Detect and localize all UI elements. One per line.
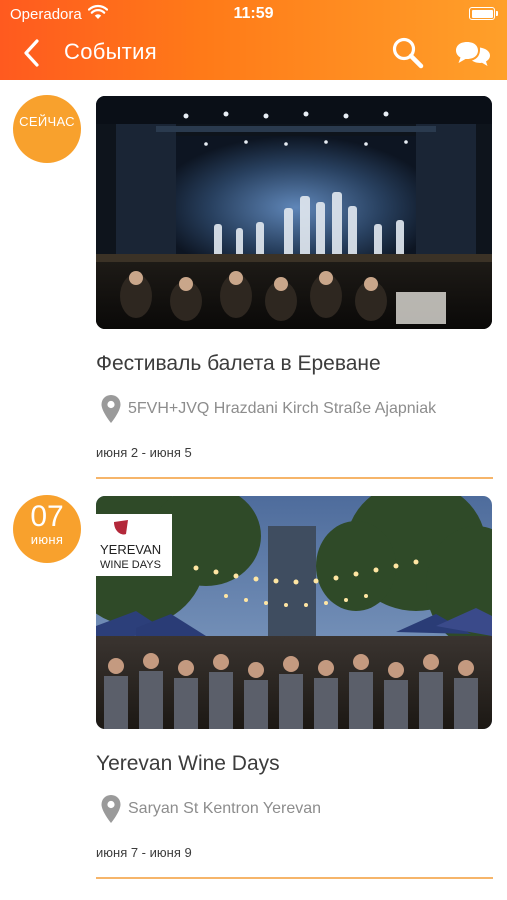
app-header: Operadora 11:59 События: [0, 0, 507, 80]
location-pin-icon: [101, 795, 121, 823]
logo-line-2: WINE DAYS: [100, 559, 161, 571]
event-location: Saryan St Kentron Yerevan: [100, 793, 500, 825]
page-title: События: [64, 39, 157, 64]
event-title[interactable]: Фестиваль балета в Ереване: [96, 352, 381, 376]
search-button[interactable]: [390, 35, 426, 71]
location-text: Saryan St Kentron Yerevan: [128, 800, 322, 817]
divider: [96, 877, 493, 879]
event-location: 5FVH+JVQ Hrazdani Kirch Straße Ajapniak: [100, 393, 500, 425]
events-feed[interactable]: СЕЙЧАС Фестиваль балета в Ереване 5FVH+J…: [0, 80, 507, 900]
wine-festival-photo: YEREVAN WINE DAYS: [96, 496, 492, 729]
chat-button[interactable]: [455, 38, 491, 68]
event-card[interactable]: СЕЙЧАС Фестиваль балета в Ереване 5FVH+J…: [0, 80, 507, 480]
ballet-stage-photo: [96, 96, 492, 329]
navigation-bar: События: [0, 30, 507, 76]
event-card[interactable]: 07 июня YEREVAN WINE DAYS Yerevan Wine D…: [0, 480, 507, 880]
event-dates: июня 2 - июня 5: [96, 445, 192, 460]
search-icon: [392, 37, 424, 69]
chat-bubbles-icon: [456, 42, 490, 66]
event-dates: июня 7 - июня 9: [96, 845, 192, 860]
back-button[interactable]: [18, 36, 48, 70]
badge-day: 07: [30, 500, 64, 533]
date-badge: 07 июня: [13, 495, 81, 563]
location-text: 5FVH+JVQ Hrazdani Kirch Straße Ajapniak: [128, 400, 437, 417]
event-title[interactable]: Yerevan Wine Days: [96, 752, 280, 776]
location-pin-icon: [101, 395, 121, 423]
event-photo[interactable]: YEREVAN WINE DAYS: [96, 496, 492, 729]
divider: [96, 477, 493, 479]
battery-icon: [469, 7, 498, 20]
date-badge: СЕЙЧАС: [13, 95, 81, 163]
event-photo[interactable]: [96, 96, 492, 329]
status-bar: Operadora 11:59: [0, 0, 507, 28]
logo-line-1: YEREVAN: [100, 542, 161, 557]
badge-month: июня: [30, 532, 64, 547]
chevron-left-icon: [24, 39, 39, 67]
status-time: 11:59: [233, 5, 274, 22]
badge-now-label: СЕЙЧАС: [19, 114, 75, 129]
